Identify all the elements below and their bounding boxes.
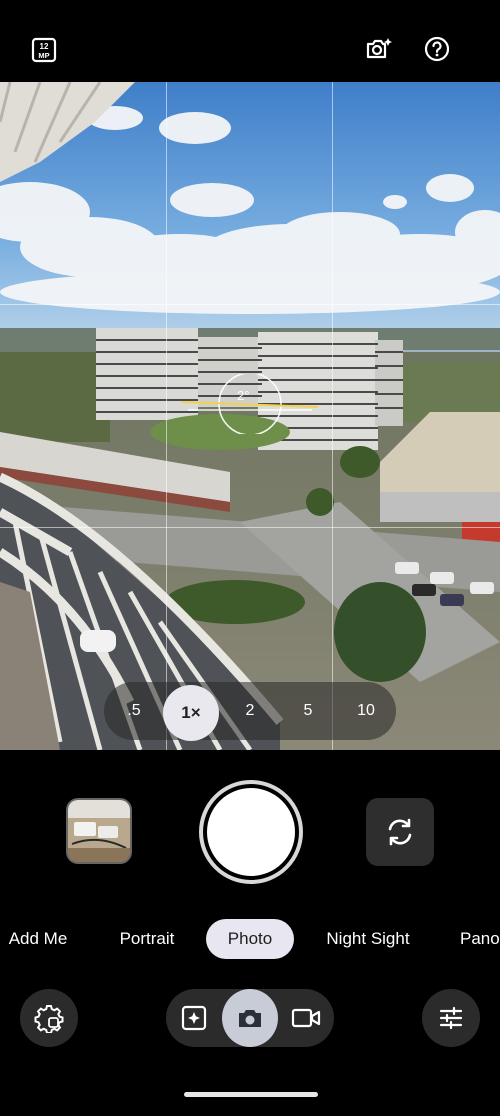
gallery-thumbnail[interactable]	[66, 798, 132, 864]
mp-badge-icon: 12 MP	[31, 37, 57, 63]
grid-line-vertical-1	[166, 82, 167, 750]
level-circle-icon	[182, 374, 318, 434]
camera-icon	[239, 1010, 261, 1027]
zoom-2x[interactable]: 2	[226, 682, 274, 740]
adjustments-button[interactable]	[422, 989, 480, 1047]
help-circle-icon	[424, 36, 450, 62]
thumbnail-image	[68, 800, 130, 862]
photo-capture-button[interactable]	[222, 989, 278, 1047]
help-button[interactable]	[420, 32, 454, 66]
grid-line-horizontal-1	[0, 304, 500, 305]
zoom-5x[interactable]: 5	[284, 682, 332, 740]
sliders-icon	[439, 1006, 463, 1030]
zoom-selector: .5 2 5 10	[104, 682, 396, 740]
grid-line-vertical-2	[332, 82, 333, 750]
svg-text:MP: MP	[38, 51, 49, 60]
mode-photo[interactable]: Photo	[206, 918, 294, 960]
grid-line-horizontal-2	[0, 527, 500, 528]
level-readout: 2°	[237, 388, 250, 403]
mode-pano[interactable]: Pano	[460, 918, 500, 960]
lens-button[interactable]	[362, 32, 396, 66]
shutter-button[interactable]	[207, 788, 295, 876]
camera-sparkle-icon	[366, 38, 392, 59]
zoom-0-5x[interactable]: .5	[110, 682, 158, 740]
mode-portrait[interactable]: Portrait	[108, 918, 186, 960]
video-capture-button[interactable]	[282, 989, 330, 1047]
level-indicator: 2°	[182, 374, 318, 434]
motion-photo-button[interactable]	[170, 989, 218, 1047]
camera-viewfinder[interactable]: 2°	[0, 82, 500, 750]
zoom-10x[interactable]: 10	[342, 682, 390, 740]
resolution-badge[interactable]: 12 MP	[28, 34, 60, 66]
zoom-1x-selected[interactable]: 1×	[163, 685, 219, 741]
settings-gear-icon	[34, 1005, 64, 1033]
mode-night-sight[interactable]: Night Sight	[318, 918, 418, 960]
switch-camera-button[interactable]	[366, 798, 434, 866]
video-icon	[291, 1008, 321, 1028]
mode-add-me[interactable]: Add Me	[0, 918, 76, 960]
motion-photo-icon	[181, 1005, 207, 1031]
svg-text:12: 12	[40, 42, 49, 51]
flip-camera-icon	[388, 818, 412, 846]
gesture-handle[interactable]	[184, 1092, 318, 1097]
settings-button[interactable]	[20, 989, 78, 1047]
